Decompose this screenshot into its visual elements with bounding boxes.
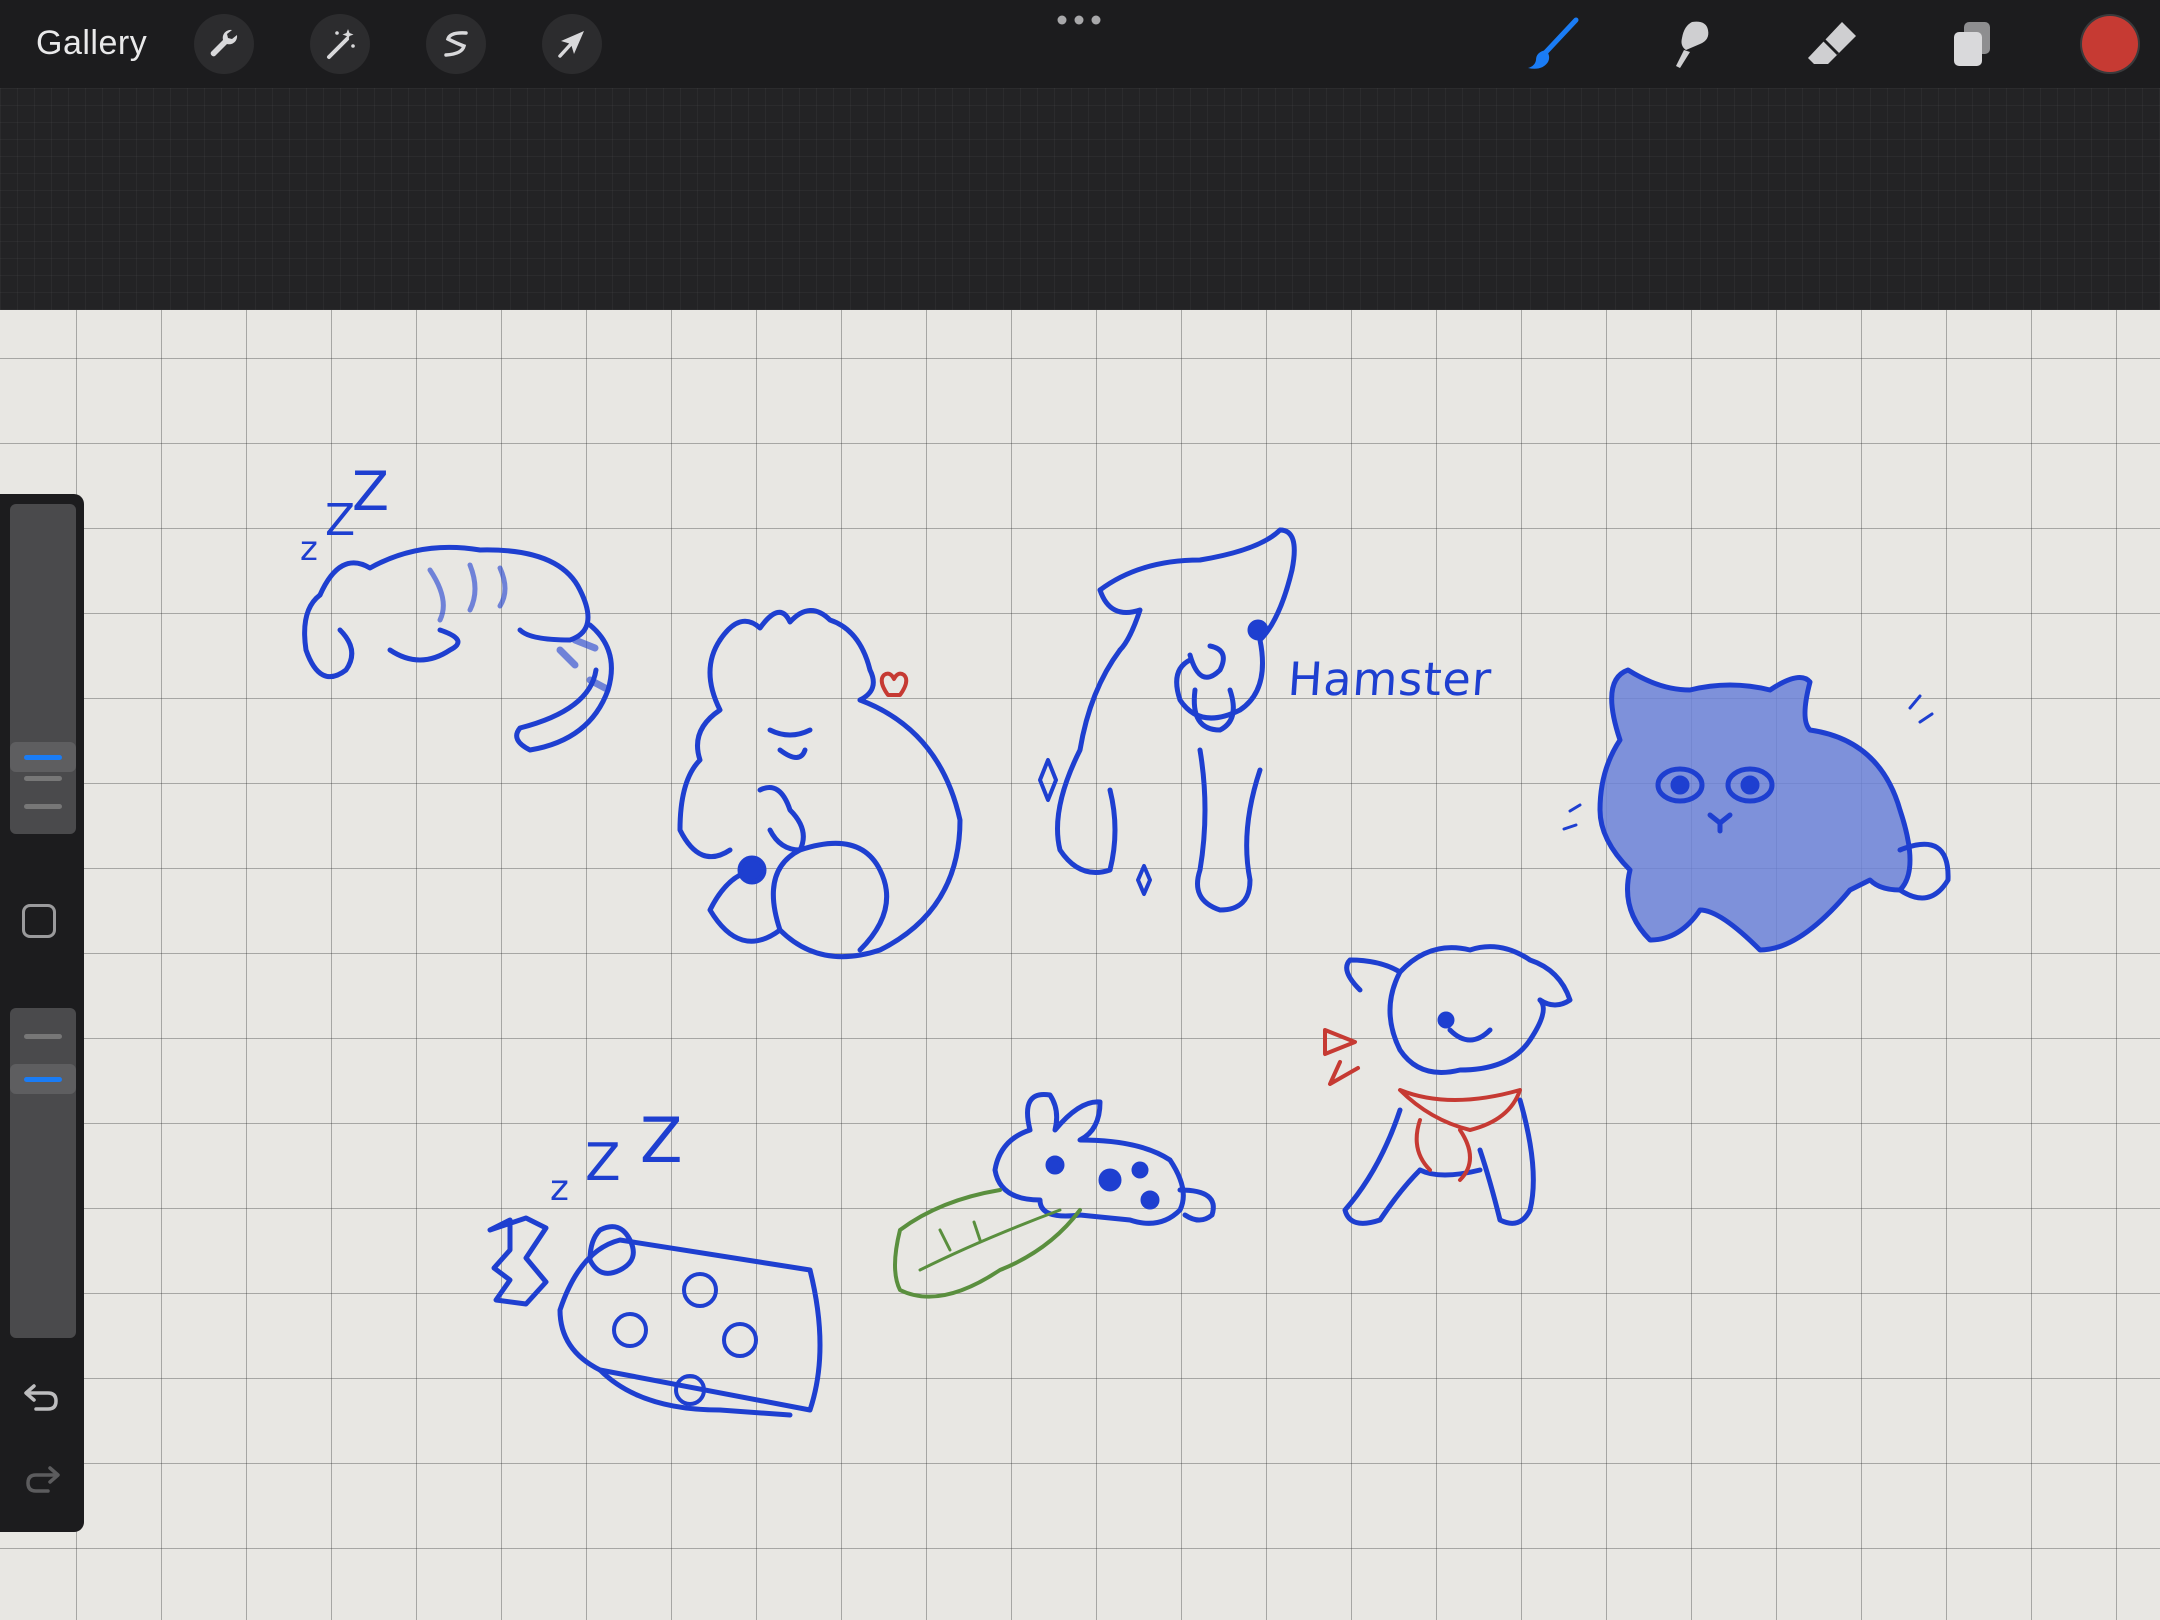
transform-arrow-icon — [558, 31, 584, 58]
color-picker-button[interactable] — [2082, 16, 2138, 72]
bunny-leaf-sketch — [893, 1091, 1216, 1299]
sleeping-cat-sketch: z Z Z — [300, 460, 614, 753]
magic-wand-icon — [327, 29, 355, 59]
slider-tick — [24, 804, 62, 809]
layers-button[interactable] — [1940, 14, 2004, 74]
brush-size-slider[interactable] — [10, 504, 76, 834]
opacity-knob[interactable] — [10, 1064, 76, 1094]
smudge-icon — [1676, 21, 1709, 68]
svg-text:Z: Z — [325, 495, 355, 546]
eraser-tool-button[interactable] — [1800, 14, 1864, 74]
drawing-canvas[interactable]: z Z Z z Z Z Hamster — [0, 310, 2160, 1620]
hamster-label: Hamster — [1286, 652, 1494, 706]
top-toolbar: Gallery — [0, 0, 2160, 88]
svg-text:Z: Z — [640, 1104, 682, 1177]
actions-button[interactable] — [194, 14, 254, 74]
brush-icon — [1528, 17, 1579, 69]
layers-icon — [1954, 22, 1990, 66]
sleeping-bag-sketch: z Z Z — [487, 1104, 823, 1418]
slider-tick — [24, 1034, 62, 1039]
wrench-icon — [210, 29, 238, 57]
more-options-button[interactable] — [1054, 12, 1104, 33]
adjustments-button[interactable] — [310, 14, 370, 74]
svg-text:Z: Z — [585, 1133, 621, 1193]
opacity-slider[interactable] — [10, 1008, 76, 1338]
scarf-dog-sketch — [1323, 944, 1573, 1226]
blue-cat-sketch — [1562, 667, 1951, 953]
side-toolbar — [0, 494, 84, 1532]
slider-tick — [24, 776, 62, 781]
workspace-background — [0, 88, 2160, 310]
svg-text:Z: Z — [352, 460, 389, 523]
svg-text:z: z — [300, 529, 318, 569]
fluffy-cat-sketch — [677, 608, 963, 960]
eraser-icon — [1808, 22, 1856, 64]
square-modifier-icon[interactable] — [22, 904, 56, 938]
svg-text:z: z — [550, 1168, 569, 1209]
selection-button[interactable] — [426, 14, 486, 74]
dog-tongue-sketch — [1038, 527, 1297, 913]
undo-icon[interactable] — [22, 1376, 62, 1416]
sketch-layer: z Z Z z Z Z — [300, 460, 1951, 1418]
more-dots-icon — [1057, 15, 1101, 25]
gallery-button[interactable]: Gallery — [36, 24, 147, 63]
selection-icon — [444, 31, 468, 57]
smudge-tool-button[interactable] — [1660, 14, 1724, 74]
redo-icon[interactable] — [22, 1458, 62, 1498]
brush-size-knob[interactable] — [10, 742, 76, 772]
transform-button[interactable] — [542, 14, 602, 74]
brush-tool-button[interactable] — [1522, 14, 1586, 74]
